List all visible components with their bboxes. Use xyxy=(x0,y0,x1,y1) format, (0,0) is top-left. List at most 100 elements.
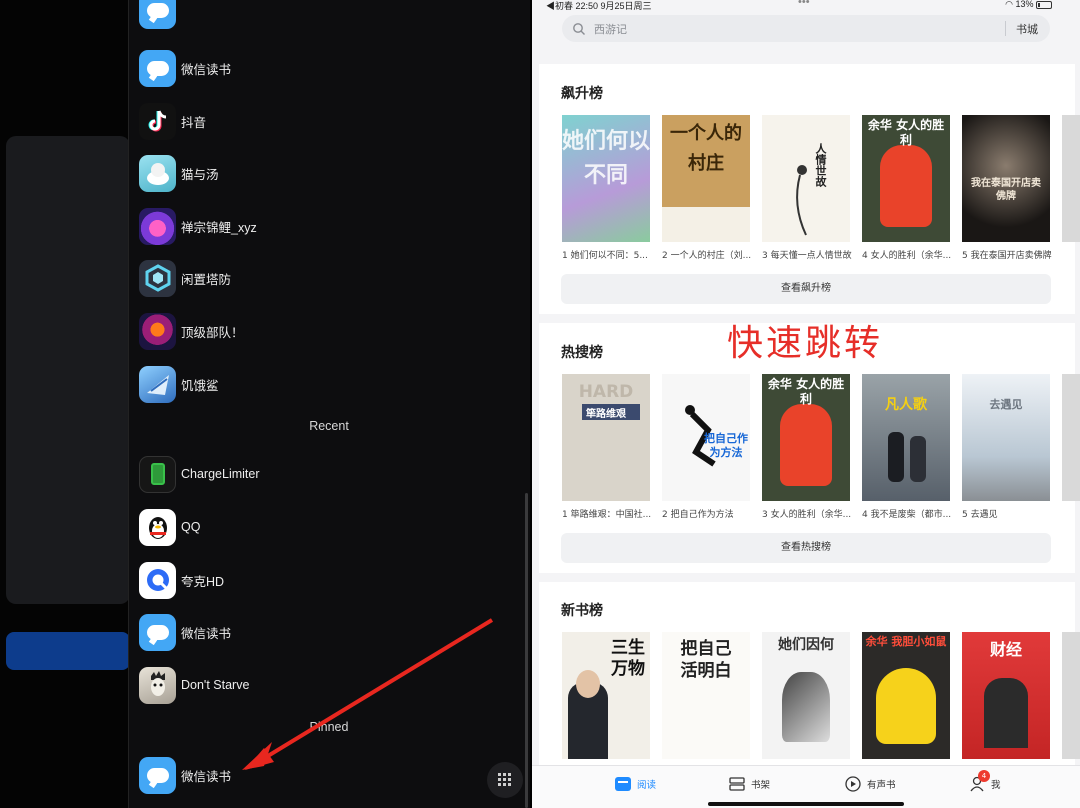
book-cover[interactable]: 财经 xyxy=(962,632,1050,759)
search-input[interactable]: 西游记 书城 xyxy=(562,15,1050,42)
book-caption[interactable]: 4 女人的胜利（余华... xyxy=(862,248,957,261)
book-cover[interactable]: 人情世故 xyxy=(762,115,850,242)
bookshelf-icon xyxy=(728,776,746,792)
weread-icon xyxy=(139,49,176,87)
douyin-icon xyxy=(139,102,176,140)
weread-icon xyxy=(139,756,176,794)
app-row-hungry-shark[interactable]: 饥饿鲨 xyxy=(139,364,219,404)
pinned-section-label: Pinned xyxy=(309,720,349,734)
rank-card-rising: 飙升榜 她们何以不同 一个人的村庄 人情世故 余华 女人的胜利 我在泰国开店卖佛… xyxy=(539,64,1080,314)
book-cover[interactable] xyxy=(1062,115,1080,242)
book-cover[interactable]: 把自己 活明白 xyxy=(662,632,750,759)
book-caption[interactable]: 3 每天懂一点人情世故 xyxy=(762,248,857,261)
screen: 微信读书 抖音 猫与汤 禅宗锦鲤_xyz 闲置塔防 顶级部队！ 饥饿鲨 Rece… xyxy=(0,0,1080,808)
app-name: 抖音 xyxy=(181,115,207,130)
app-row-douyin[interactable]: 抖音 xyxy=(139,101,206,141)
book-cover[interactable]: 余华 女人的胜利 xyxy=(762,374,850,501)
app-row-weread-recent[interactable]: 微信读书 xyxy=(139,612,231,652)
app-name: Don't Starve xyxy=(181,678,250,692)
app-name: 夸克HD xyxy=(181,574,225,589)
status-time: ◀初春 22:50 9月25日周三 xyxy=(546,1,652,11)
idle-tower-defense-icon xyxy=(139,259,176,297)
app-row-quark[interactable]: 夸克HD xyxy=(139,560,224,600)
tab-audiobook[interactable]: 有声书 xyxy=(844,776,896,792)
audiobook-icon xyxy=(844,776,862,792)
book-cover[interactable] xyxy=(1062,632,1080,759)
app-name: ChargeLimiter xyxy=(181,467,260,481)
profile-icon: 4 xyxy=(968,770,990,792)
app-row-weread-pinned[interactable]: 微信读书 xyxy=(139,755,231,795)
background-blue-button[interactable] xyxy=(6,632,130,670)
app-name: 顶级部队！ xyxy=(181,325,244,340)
book-cover[interactable]: 去遇见 xyxy=(962,374,1050,501)
book-cover[interactable]: 把自己作为方法 xyxy=(662,374,750,501)
book-caption[interactable]: 3 女人的胜利（余华... xyxy=(762,507,857,520)
book-caption[interactable]: 2 把自己作为方法 xyxy=(662,507,757,520)
book-caption[interactable]: 1 筚路维艰：中国社... xyxy=(562,507,657,520)
book-cover[interactable]: 她们因何 xyxy=(762,632,850,759)
book-caption[interactable]: 5 去遇见 xyxy=(962,507,1057,520)
book-cover[interactable]: 她们何以不同 xyxy=(562,115,650,242)
app-row-qq[interactable]: QQ xyxy=(139,507,200,547)
hungry-shark-icon xyxy=(139,365,176,403)
book-caption[interactable]: 2 一个人的村庄（刘... xyxy=(662,248,757,261)
bookstore-button[interactable]: 书城 xyxy=(1016,21,1038,37)
book-caption[interactable]: 1 她们何以不同：5... xyxy=(562,248,657,261)
book-caption[interactable]: 4 我不是废柴（都市... xyxy=(862,507,957,520)
book-cover[interactable] xyxy=(1062,374,1080,501)
switcher-scrollbar[interactable] xyxy=(525,493,528,808)
background-app-card[interactable] xyxy=(6,136,130,604)
book-cover[interactable]: 三生万物 xyxy=(562,632,650,759)
app-row-idle-td[interactable]: 闲置塔防 xyxy=(139,258,231,298)
view-rising-list-button[interactable]: 查看飙升榜 xyxy=(561,274,1051,304)
app-row-partial[interactable] xyxy=(139,0,176,30)
section-title: 新书榜 xyxy=(561,603,603,619)
tab-profile[interactable]: 4 我 xyxy=(968,770,1001,792)
weread-icon xyxy=(139,0,176,29)
book-cover[interactable]: 余华 我胆小如鼠 xyxy=(862,632,950,759)
recent-section-label: Recent xyxy=(309,419,349,433)
battery-icon xyxy=(139,455,176,493)
app-name: 禅宗锦鲤_xyz xyxy=(181,220,257,235)
battery-status: ◠ 13% xyxy=(1005,0,1052,10)
weread-app: ◀初春 22:50 9月25日周三 ••• ◠ 13% 西游记 书城 飙升榜 她… xyxy=(532,0,1080,808)
app-grid-button[interactable] xyxy=(487,762,523,798)
wifi-icon: ◠ xyxy=(1005,0,1016,9)
app-name: 微信读书 xyxy=(181,769,232,784)
qq-penguin-icon xyxy=(139,508,176,546)
book-cover[interactable]: HARD 筚路维艰 xyxy=(562,374,650,501)
app-row-cat-soup[interactable]: 猫与汤 xyxy=(139,153,219,193)
grid-icon xyxy=(498,773,511,786)
battery-icon xyxy=(1036,0,1052,9)
overlay-caption: 快速跳转 xyxy=(727,323,884,364)
view-hot-search-list-button[interactable]: 查看热搜榜 xyxy=(561,533,1051,563)
app-name: 微信读书 xyxy=(181,626,232,641)
search-icon xyxy=(573,22,585,35)
section-title: 热搜榜 xyxy=(561,345,603,361)
tab-bookshelf[interactable]: 书架 xyxy=(728,776,770,792)
book-cover[interactable]: 一个人的村庄 xyxy=(662,115,750,242)
app-name: 饥饿鲨 xyxy=(181,378,219,393)
zen-koi-icon xyxy=(139,207,176,245)
app-row-top-troops[interactable]: 顶级部队！ xyxy=(139,311,244,351)
app-row-chargelimiter[interactable]: ChargeLimiter xyxy=(139,454,260,494)
search-placeholder: 西游记 xyxy=(594,22,627,36)
weread-icon xyxy=(139,613,176,651)
app-row-zen-koi[interactable]: 禅宗锦鲤_xyz xyxy=(139,206,257,246)
top-troops-icon xyxy=(139,312,176,350)
book-cover[interactable]: 我在泰国开店卖佛牌 xyxy=(962,115,1050,242)
book-cover[interactable]: 凡人歌 xyxy=(862,374,950,501)
status-bar: ◀初春 22:50 9月25日周三 ••• ◠ 13% xyxy=(532,0,1080,12)
tab-read[interactable]: 阅读 xyxy=(614,776,656,792)
book-caption[interactable]: 5 我在泰国开店卖佛牌 xyxy=(962,248,1057,261)
book-cover[interactable]: 余华 女人的胜利 xyxy=(862,115,950,242)
app-row-weread[interactable]: 微信读书 xyxy=(139,48,231,88)
dont-starve-icon xyxy=(139,666,176,704)
rank-card-new-books: 新书榜 三生万物 把自己 活明白 她们因何 余华 我胆小如鼠 财经 xyxy=(539,582,1080,772)
home-indicator[interactable] xyxy=(708,802,904,806)
app-name: 微信读书 xyxy=(181,62,232,77)
multitask-dots[interactable]: ••• xyxy=(798,0,810,8)
app-row-dont-starve[interactable]: Don't Starve xyxy=(139,665,249,705)
section-title: 飙升榜 xyxy=(561,86,603,102)
cat-soup-icon xyxy=(139,154,176,192)
